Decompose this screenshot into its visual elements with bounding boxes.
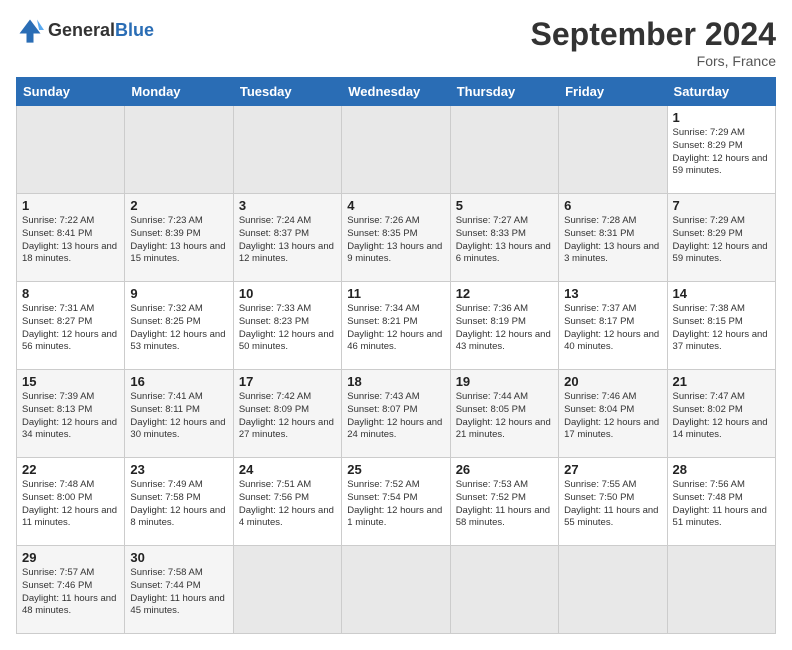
- table-row: [17, 106, 125, 194]
- table-row: 21Sunrise: 7:47 AMSunset: 8:02 PMDayligh…: [667, 370, 775, 458]
- col-tuesday: Tuesday: [233, 78, 341, 106]
- table-row: 20Sunrise: 7:46 AMSunset: 8:04 PMDayligh…: [559, 370, 667, 458]
- table-row: 19Sunrise: 7:44 AMSunset: 8:05 PMDayligh…: [450, 370, 558, 458]
- table-row: [667, 546, 775, 634]
- logo: GeneralBlue: [16, 16, 154, 44]
- table-row: 3Sunrise: 7:24 AMSunset: 8:37 PMDaylight…: [233, 194, 341, 282]
- table-row: 16Sunrise: 7:41 AMSunset: 8:11 PMDayligh…: [125, 370, 233, 458]
- table-row: 23Sunrise: 7:49 AMSunset: 7:58 PMDayligh…: [125, 458, 233, 546]
- calendar-body: 1Sunrise: 7:29 AMSunset: 8:29 PMDaylight…: [17, 106, 776, 634]
- table-row: 6Sunrise: 7:28 AMSunset: 8:31 PMDaylight…: [559, 194, 667, 282]
- table-row: [342, 106, 450, 194]
- table-row: 18Sunrise: 7:43 AMSunset: 8:07 PMDayligh…: [342, 370, 450, 458]
- table-row: 10Sunrise: 7:33 AMSunset: 8:23 PMDayligh…: [233, 282, 341, 370]
- logo-general-text: GeneralBlue: [48, 20, 154, 41]
- col-thursday: Thursday: [450, 78, 558, 106]
- table-row: 30Sunrise: 7:58 AMSunset: 7:44 PMDayligh…: [125, 546, 233, 634]
- table-row: 5Sunrise: 7:27 AMSunset: 8:33 PMDaylight…: [450, 194, 558, 282]
- table-row: [450, 106, 558, 194]
- table-row: 13Sunrise: 7:37 AMSunset: 8:17 PMDayligh…: [559, 282, 667, 370]
- table-row: 24Sunrise: 7:51 AMSunset: 7:56 PMDayligh…: [233, 458, 341, 546]
- title-area: September 2024 Fors, France: [531, 16, 776, 69]
- table-row: 1Sunrise: 7:22 AMSunset: 8:41 PMDaylight…: [17, 194, 125, 282]
- table-row: 22Sunrise: 7:48 AMSunset: 8:00 PMDayligh…: [17, 458, 125, 546]
- col-wednesday: Wednesday: [342, 78, 450, 106]
- logo-icon: [16, 16, 44, 44]
- table-row: 14Sunrise: 7:38 AMSunset: 8:15 PMDayligh…: [667, 282, 775, 370]
- table-row: 26Sunrise: 7:53 AMSunset: 7:52 PMDayligh…: [450, 458, 558, 546]
- table-row: 12Sunrise: 7:36 AMSunset: 8:19 PMDayligh…: [450, 282, 558, 370]
- table-row: 11Sunrise: 7:34 AMSunset: 8:21 PMDayligh…: [342, 282, 450, 370]
- table-row: [342, 546, 450, 634]
- col-monday: Monday: [125, 78, 233, 106]
- col-sunday: Sunday: [17, 78, 125, 106]
- page-header: GeneralBlue September 2024 Fors, France: [16, 16, 776, 69]
- table-row: [450, 546, 558, 634]
- table-row: 25Sunrise: 7:52 AMSunset: 7:54 PMDayligh…: [342, 458, 450, 546]
- calendar-table: Sunday Monday Tuesday Wednesday Thursday…: [16, 77, 776, 634]
- month-title: September 2024: [531, 16, 776, 53]
- table-row: 4Sunrise: 7:26 AMSunset: 8:35 PMDaylight…: [342, 194, 450, 282]
- table-row: 1Sunrise: 7:29 AMSunset: 8:29 PMDaylight…: [667, 106, 775, 194]
- table-row: 27Sunrise: 7:55 AMSunset: 7:50 PMDayligh…: [559, 458, 667, 546]
- table-row: [233, 546, 341, 634]
- col-saturday: Saturday: [667, 78, 775, 106]
- location: Fors, France: [531, 53, 776, 69]
- table-row: 2Sunrise: 7:23 AMSunset: 8:39 PMDaylight…: [125, 194, 233, 282]
- table-row: 15Sunrise: 7:39 AMSunset: 8:13 PMDayligh…: [17, 370, 125, 458]
- table-row: [233, 106, 341, 194]
- table-row: 28Sunrise: 7:56 AMSunset: 7:48 PMDayligh…: [667, 458, 775, 546]
- table-row: 29Sunrise: 7:57 AMSunset: 7:46 PMDayligh…: [17, 546, 125, 634]
- table-row: 9Sunrise: 7:32 AMSunset: 8:25 PMDaylight…: [125, 282, 233, 370]
- table-row: [559, 546, 667, 634]
- table-row: [559, 106, 667, 194]
- table-row: 17Sunrise: 7:42 AMSunset: 8:09 PMDayligh…: [233, 370, 341, 458]
- table-row: 8Sunrise: 7:31 AMSunset: 8:27 PMDaylight…: [17, 282, 125, 370]
- col-friday: Friday: [559, 78, 667, 106]
- calendar-header: Sunday Monday Tuesday Wednesday Thursday…: [17, 78, 776, 106]
- table-row: [125, 106, 233, 194]
- table-row: 7Sunrise: 7:29 AMSunset: 8:29 PMDaylight…: [667, 194, 775, 282]
